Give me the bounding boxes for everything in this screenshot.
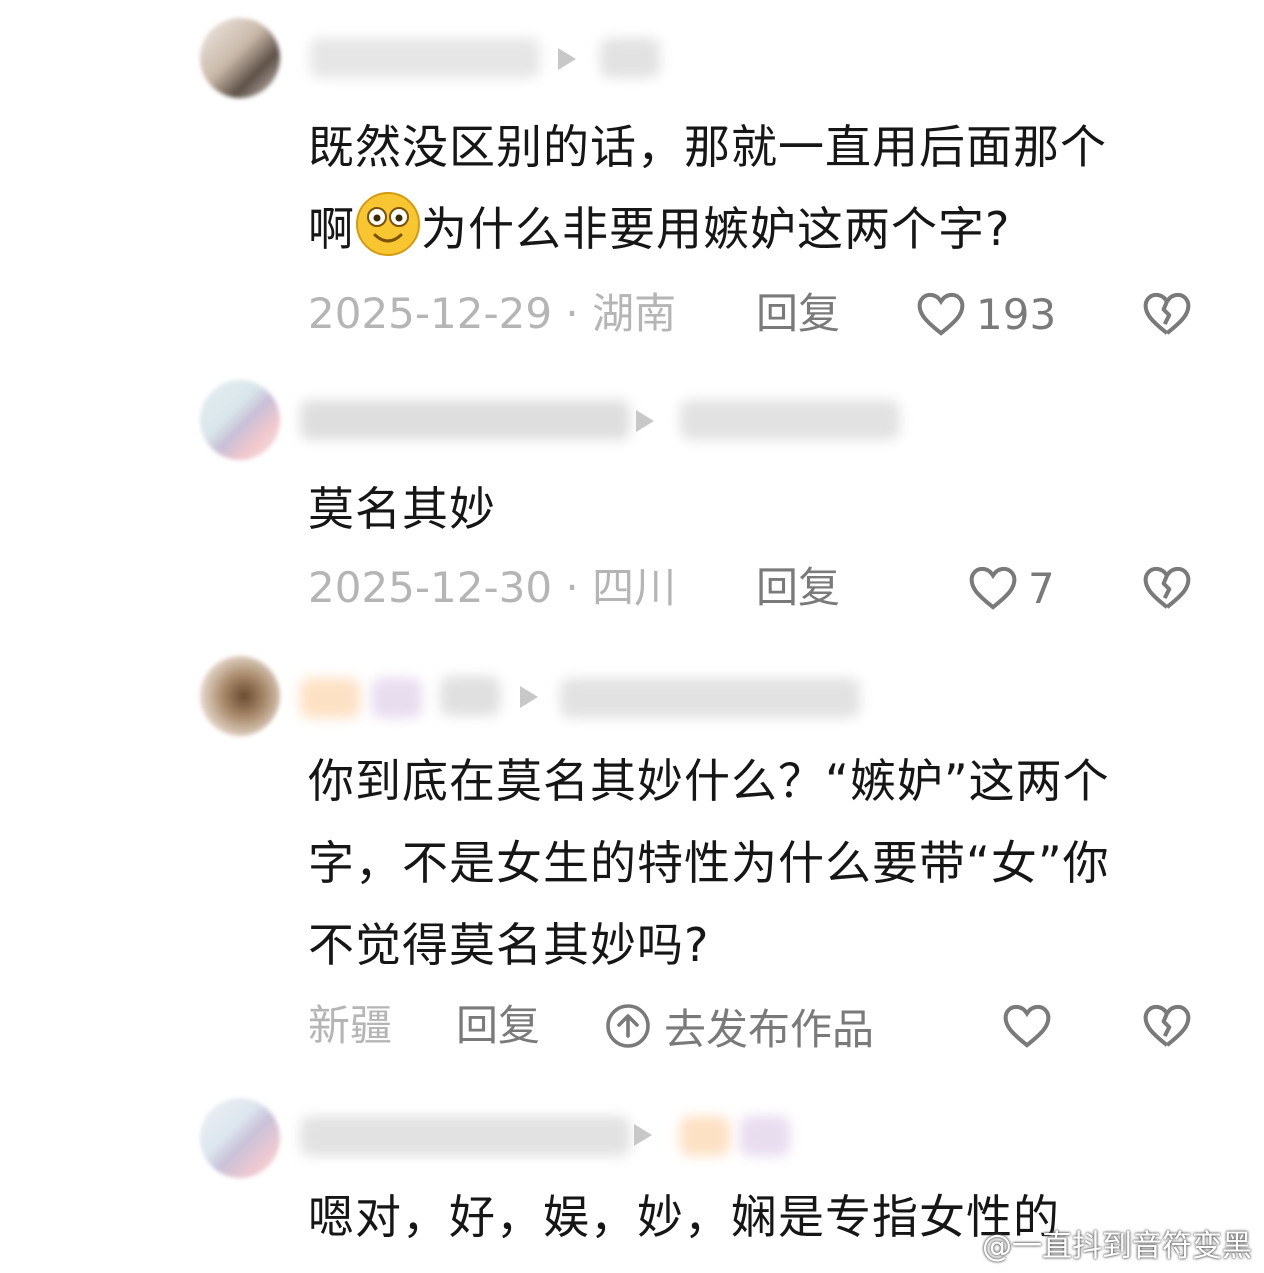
comment-meta: 2025-12-29 · 湖南 bbox=[308, 289, 677, 338]
like-count: 7 bbox=[1028, 563, 1055, 613]
broken-heart-icon[interactable] bbox=[1140, 561, 1194, 615]
broken-heart-icon[interactable] bbox=[1140, 287, 1194, 341]
comment-text: 莫名其妙 bbox=[308, 482, 496, 536]
comment-meta: 2025-12-30 · 四川 bbox=[308, 563, 677, 612]
reply-button[interactable]: 回复 bbox=[456, 996, 540, 1056]
smile-emoji-icon bbox=[356, 192, 420, 256]
like-button[interactable] bbox=[1000, 996, 1054, 1056]
like-count: 193 bbox=[976, 289, 1057, 339]
play-arrow-icon bbox=[634, 1124, 652, 1146]
weibo-logo-icon bbox=[938, 1232, 974, 1260]
like-button[interactable]: 7 bbox=[966, 558, 1055, 618]
comment-author-header[interactable] bbox=[200, 1098, 960, 1178]
heart-icon bbox=[917, 292, 965, 336]
avatar[interactable] bbox=[200, 1098, 280, 1178]
heart-icon bbox=[969, 566, 1017, 610]
reply-button[interactable]: 回复 bbox=[756, 558, 840, 618]
comment-author-header[interactable] bbox=[200, 380, 960, 460]
comment-author-header[interactable] bbox=[200, 656, 960, 736]
heart-icon bbox=[1003, 1004, 1051, 1048]
comment-text: 你到底在莫名其妙什么？“嫉妒”这两个 字，不是女生的特性为什么要带“女”你 不觉… bbox=[308, 754, 1110, 972]
comment-meta: 新疆 bbox=[308, 1001, 393, 1050]
play-arrow-icon bbox=[520, 686, 538, 708]
reply-button[interactable]: 回复 bbox=[756, 284, 840, 344]
like-button[interactable]: 193 bbox=[914, 284, 1056, 344]
watermark: @一直抖到音符变黑 bbox=[938, 1221, 1252, 1265]
broken-heart-icon[interactable] bbox=[1140, 999, 1194, 1053]
play-arrow-icon bbox=[558, 48, 576, 70]
upload-circle-icon bbox=[606, 1004, 650, 1048]
play-arrow-icon bbox=[636, 410, 654, 432]
avatar[interactable] bbox=[200, 380, 280, 460]
comment-author-header[interactable] bbox=[200, 18, 960, 98]
comment-text: 既然没区别的话，那就一直用后面那个 啊 为什么非要用嫉妒这两个字? bbox=[308, 120, 1107, 256]
publish-work-button[interactable]: 去发布作品 bbox=[604, 996, 874, 1056]
avatar[interactable] bbox=[200, 18, 280, 98]
avatar[interactable] bbox=[200, 656, 280, 736]
